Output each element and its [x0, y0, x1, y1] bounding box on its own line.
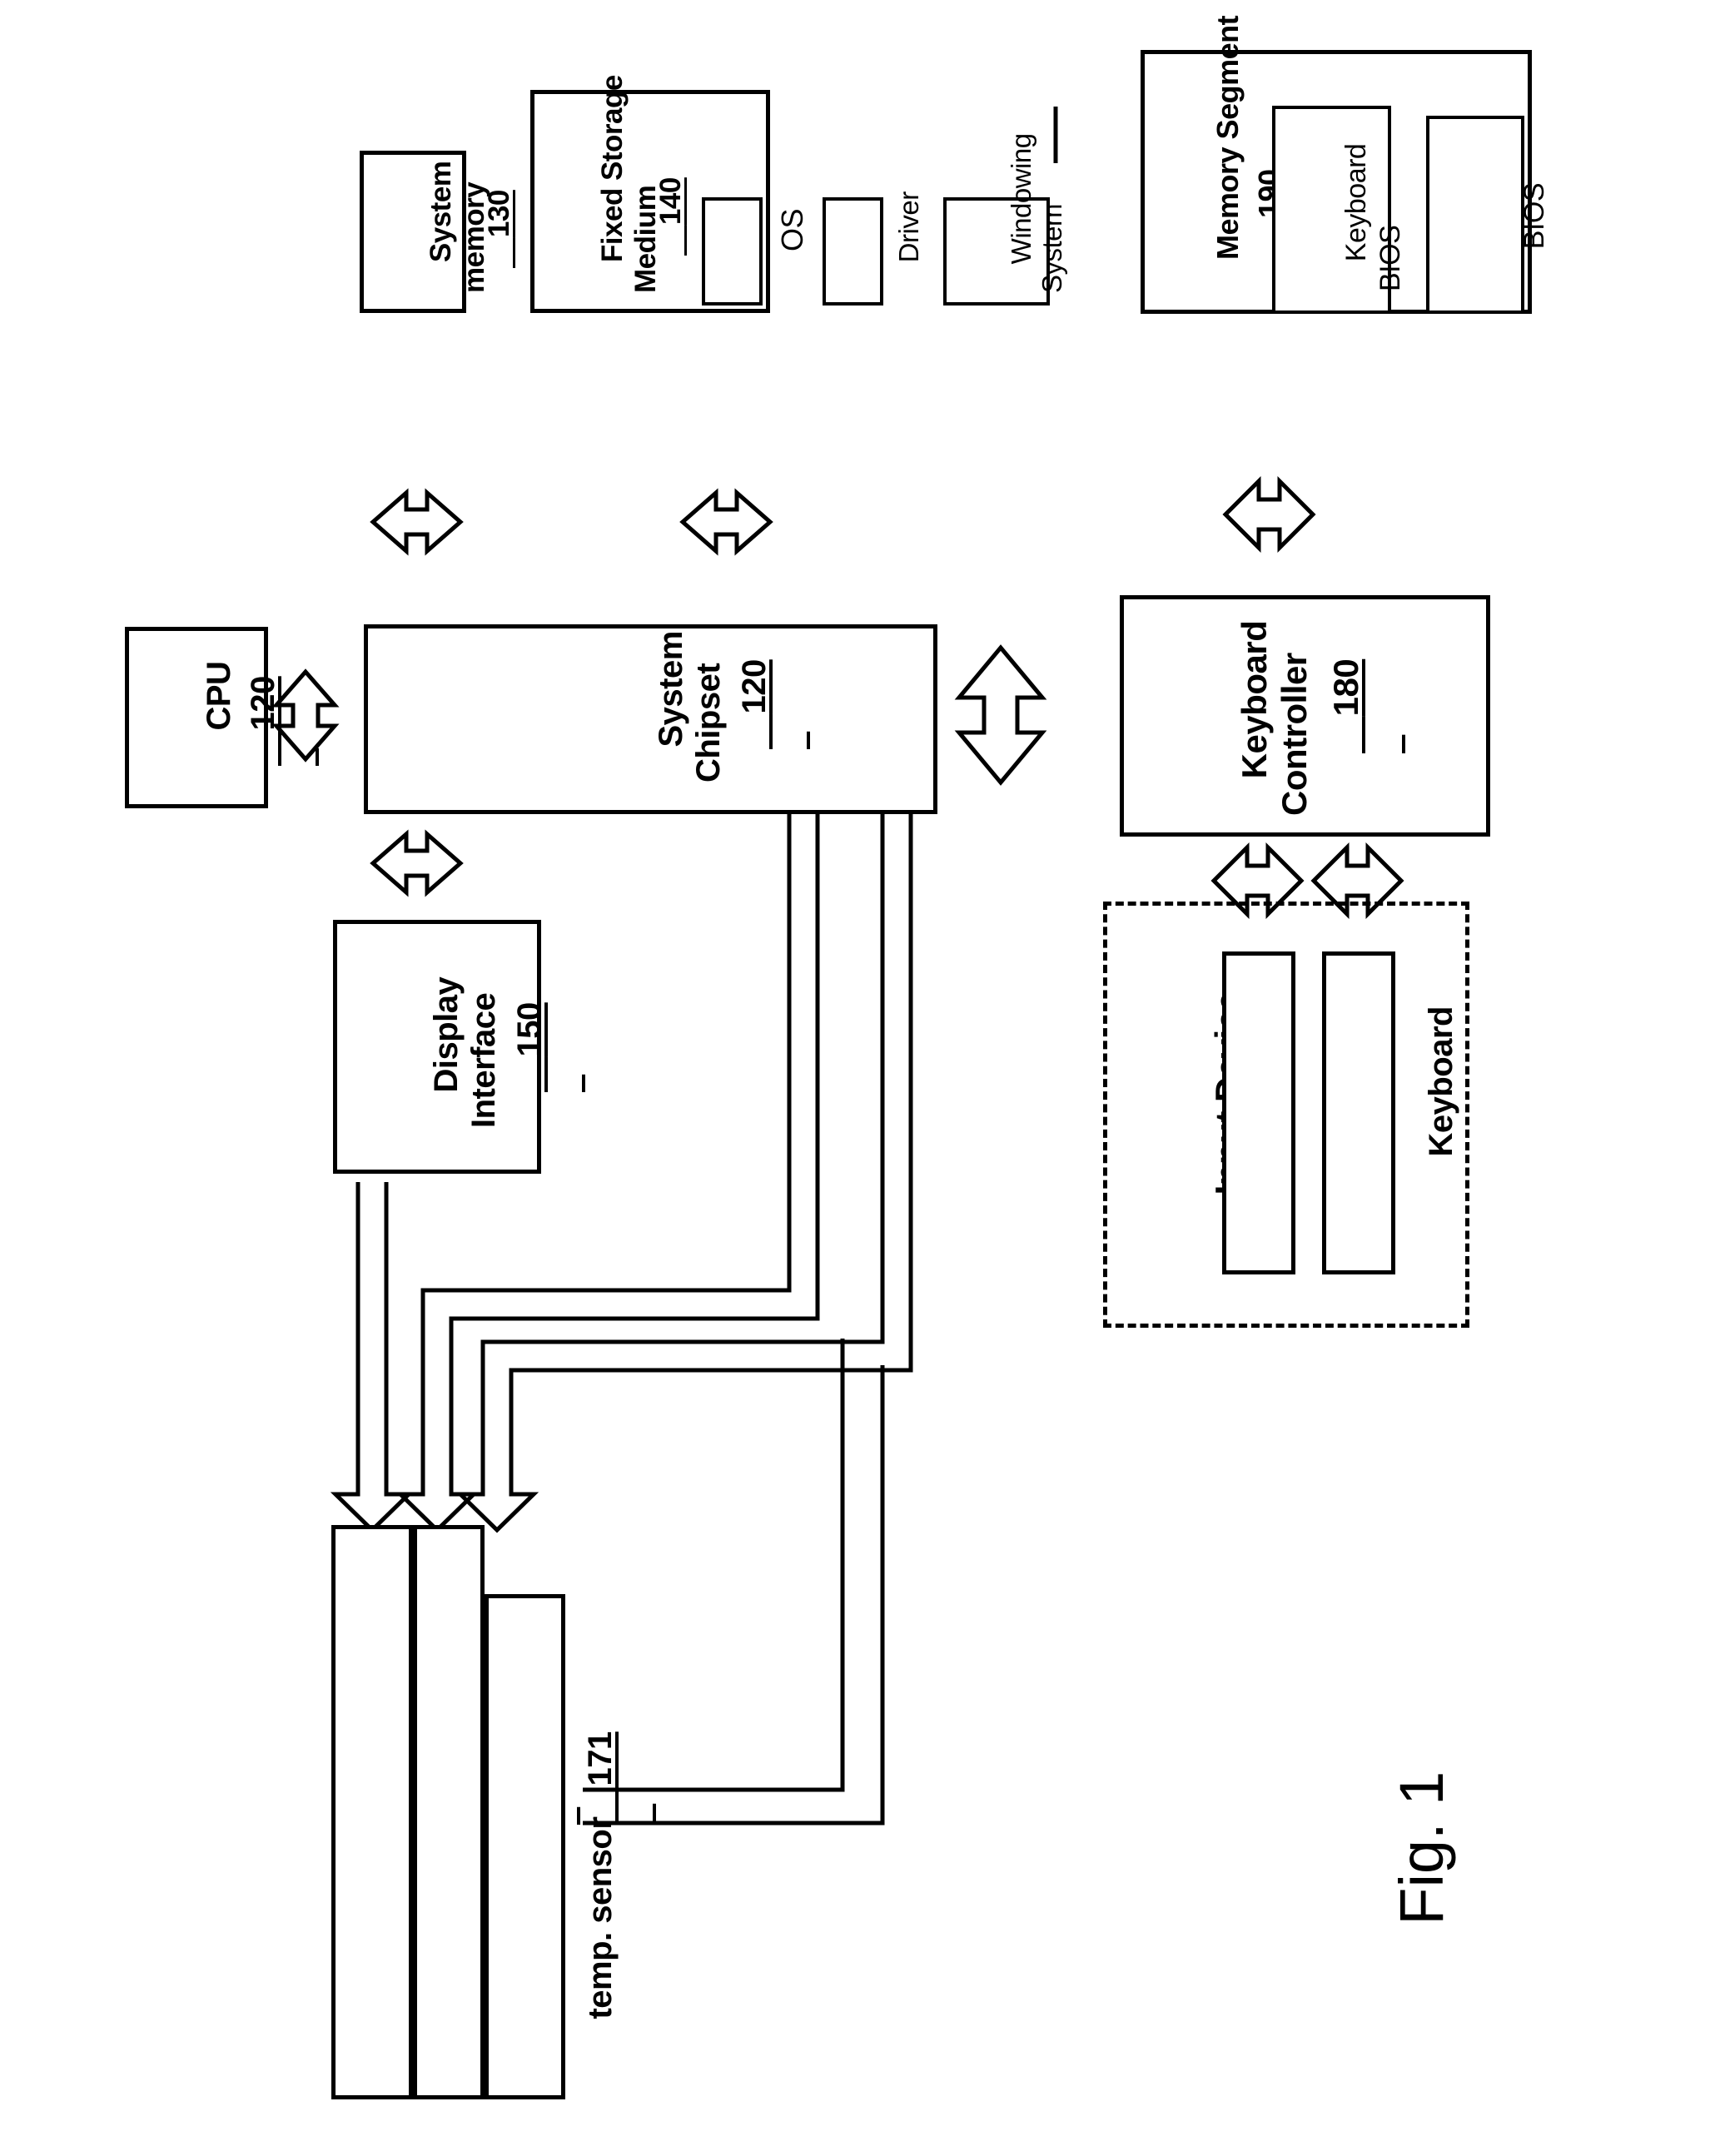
- block-driver-label: Driver: [892, 191, 924, 263]
- block-display-interface-ref: 150: [510, 1002, 548, 1057]
- leader-temp-sensor-upper: [583, 1339, 845, 1792]
- block-system-chipset-ref: 120: [735, 659, 773, 714]
- block-keyboard-label: Keyboard: [1422, 1006, 1459, 1157]
- block-temp-sensor-label: temp. sensor: [581, 1816, 619, 2019]
- block-keyboard-controller-ref: 180: [1325, 658, 1365, 717]
- arrow-display-interface-to-display-panel: [330, 1182, 415, 1533]
- block-memory-segment-label: Memory Segment: [1210, 15, 1245, 260]
- block-windowing-system-label: Windowing System: [1005, 133, 1068, 293]
- arrow-memory-segment-to-keyboard-controller: [1222, 475, 1316, 554]
- figure-caption: Fig. 1: [1387, 1771, 1456, 1925]
- block-cpu-ref: 120: [244, 676, 281, 731]
- block-keyboard-bios-label: Keyboard BIOS: [1340, 143, 1406, 291]
- block-temp-sensor-ref: 171: [581, 1731, 619, 1786]
- arrow-fixed-storage-to-chipset: [679, 488, 773, 556]
- arrow-chipset-to-keyboard-controller: [954, 644, 1047, 786]
- figure-canvas: System memory 130 Fixed Storage Medium 1…: [0, 0, 1715, 2156]
- block-bios-label: BIOS: [1518, 182, 1550, 250]
- arrow-system-memory-to-chipset: [370, 488, 464, 556]
- arrow-chipset-to-display-interface: [370, 829, 464, 897]
